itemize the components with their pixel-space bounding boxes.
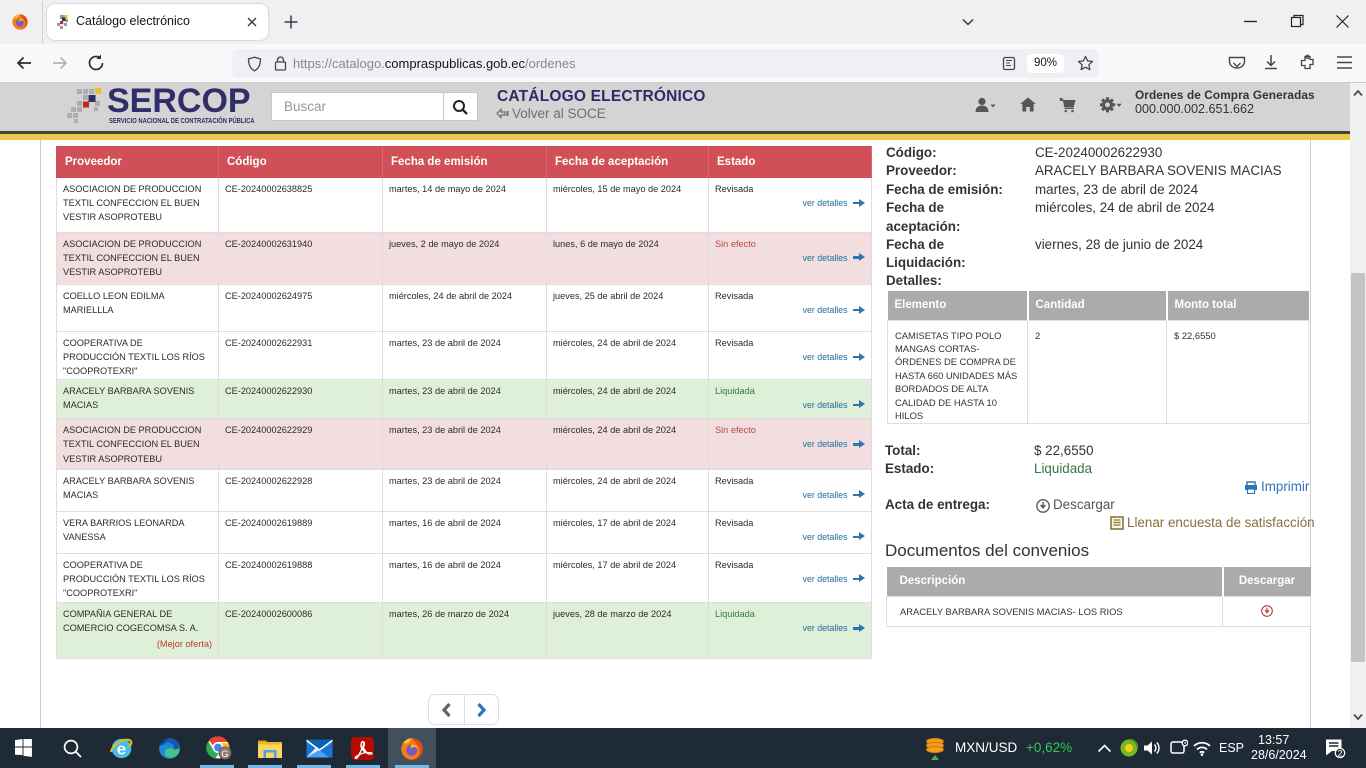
- svg-text:2: 2: [1337, 749, 1342, 760]
- svg-text:G: G: [221, 749, 228, 760]
